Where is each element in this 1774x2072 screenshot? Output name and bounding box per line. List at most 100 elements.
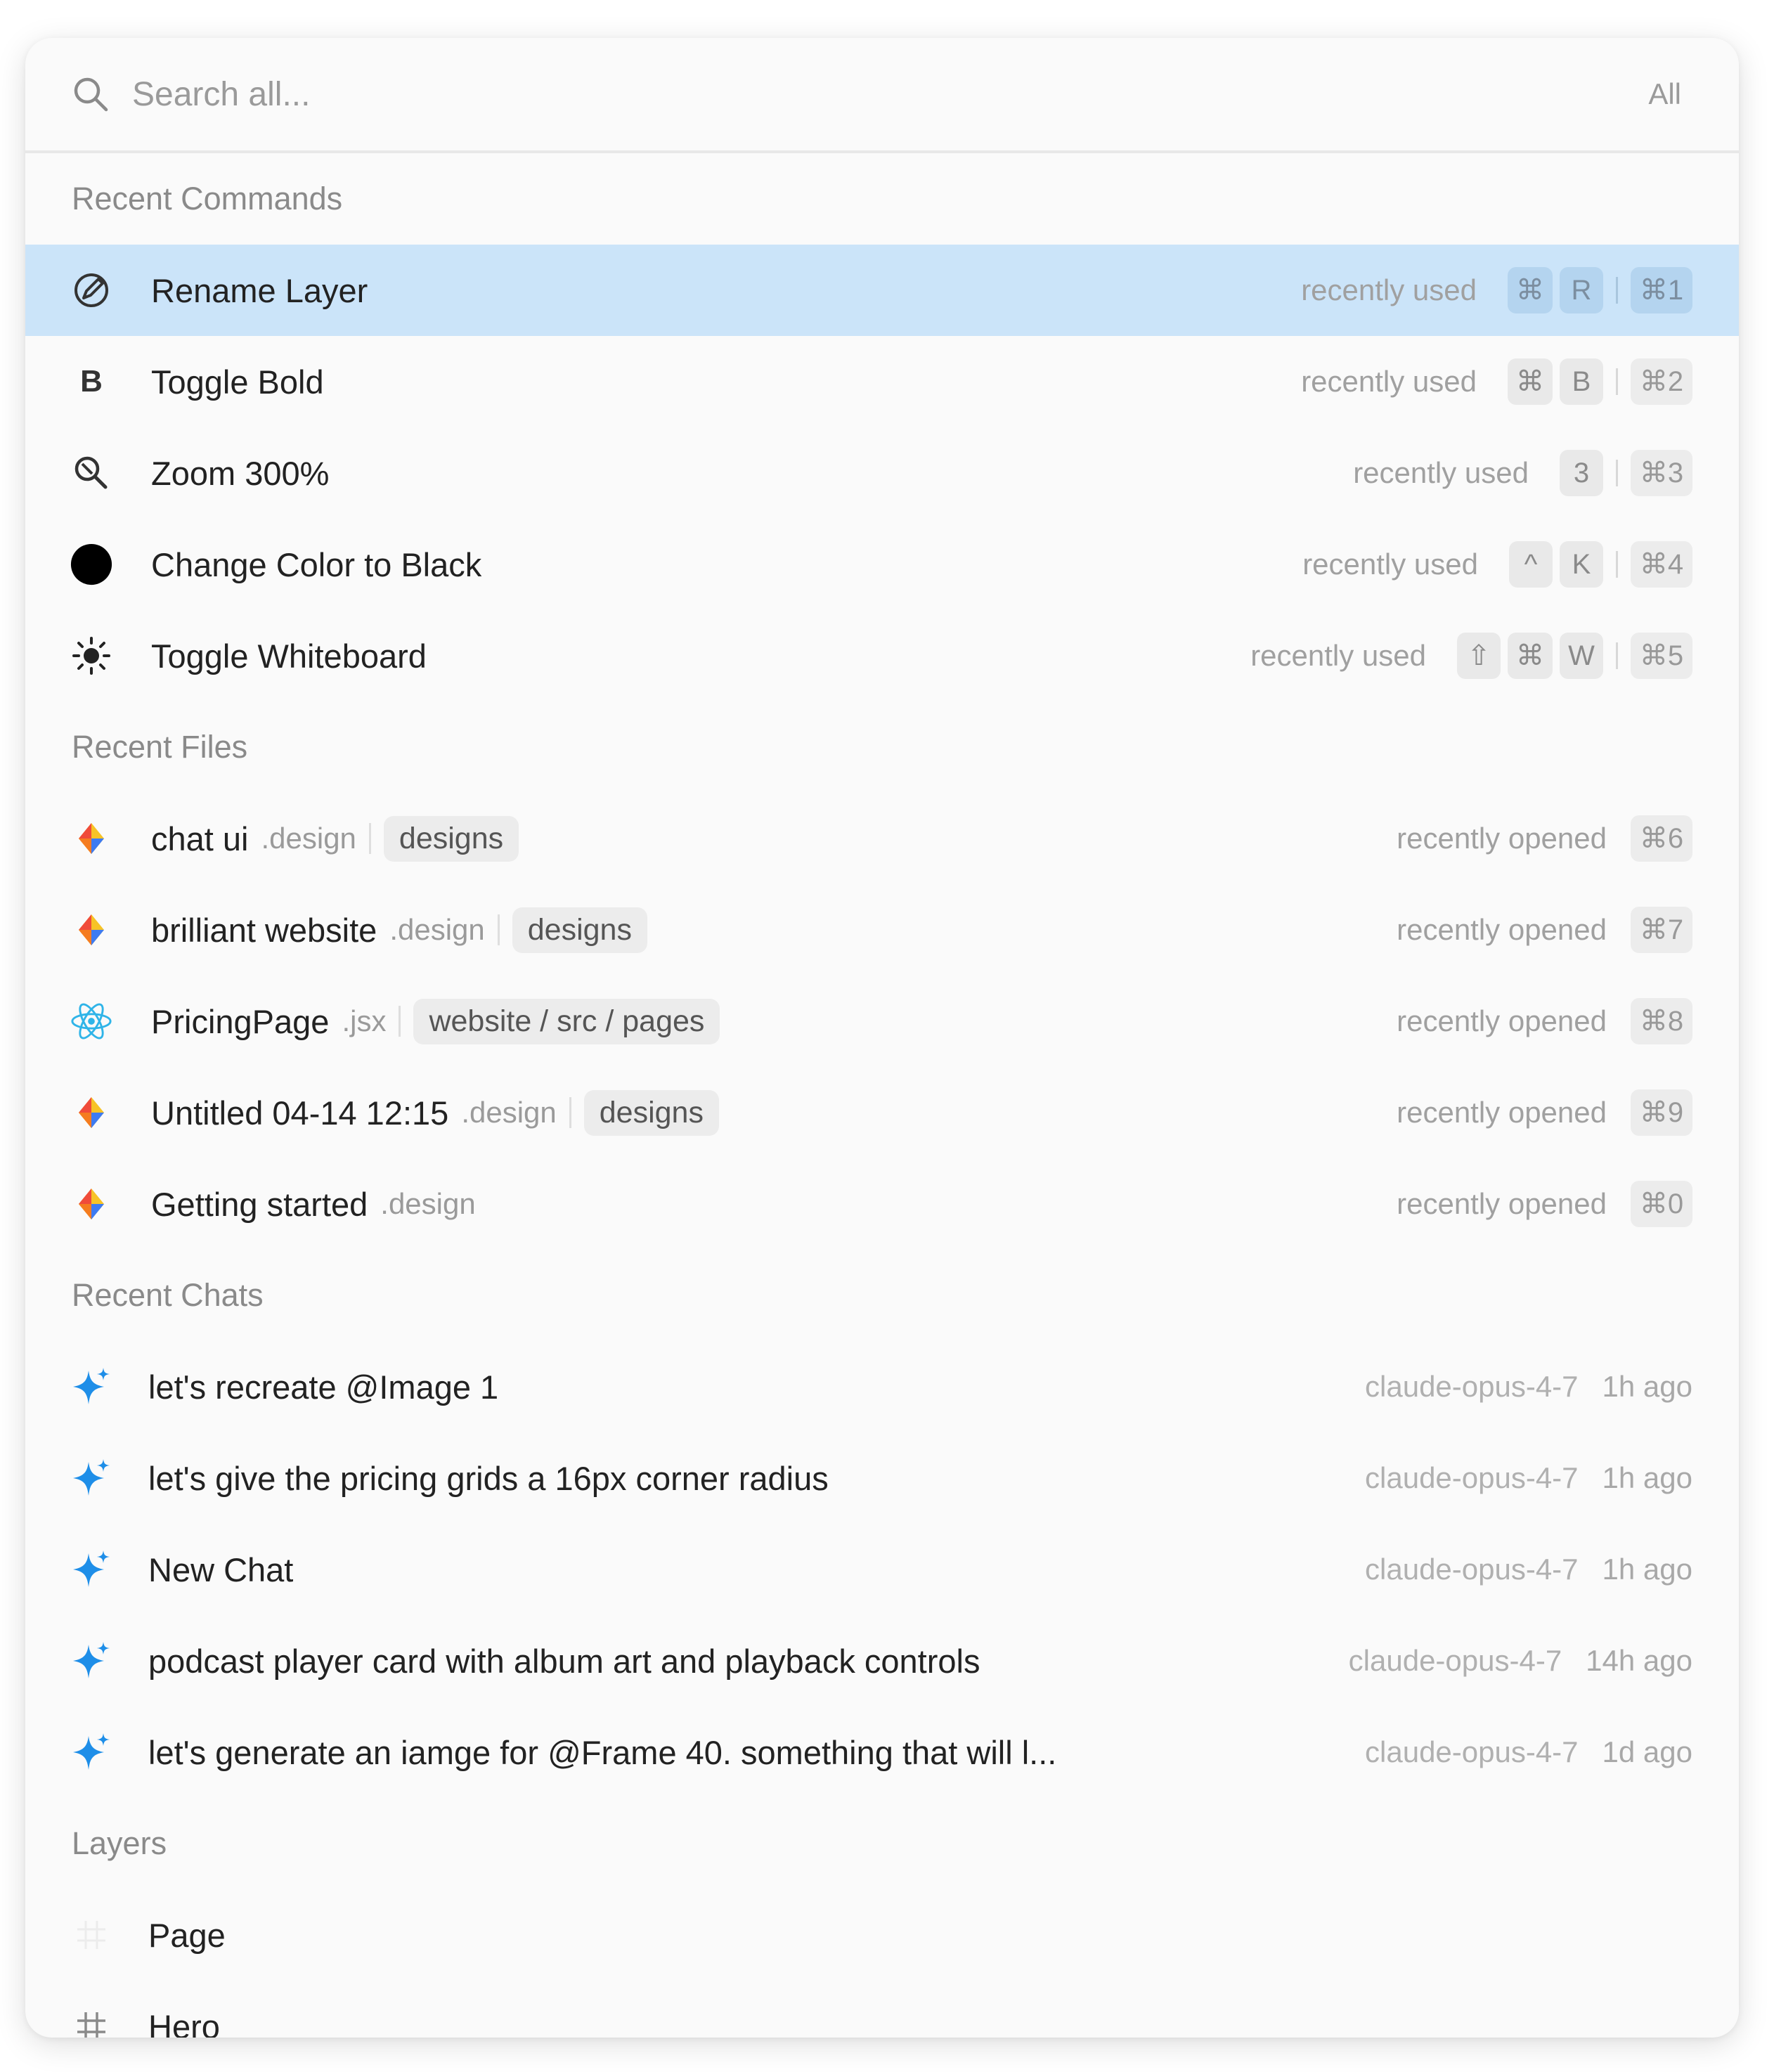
folder-tag: designs bbox=[383, 815, 519, 862]
file-extension: .design bbox=[261, 822, 356, 855]
key-cmd: ⌘ bbox=[1508, 358, 1553, 405]
search-bar: All bbox=[25, 38, 1739, 153]
chat-title: let's recreate @Image 1 bbox=[148, 1368, 499, 1406]
design-file-icon bbox=[70, 1183, 112, 1225]
command-palette: All Recent Commands Rename Layer recentl… bbox=[25, 38, 1739, 2038]
command-row[interactable]: Toggle Whiteboard recently used ⇧ ⌘ W ⌘5 bbox=[25, 610, 1739, 701]
file-name: PricingPage bbox=[151, 1002, 330, 1040]
file-meta: recently opened ⌘9 bbox=[1397, 1089, 1692, 1136]
key-w: W bbox=[1560, 633, 1603, 679]
model-name: claude-opus-4-7 bbox=[1365, 1735, 1579, 1768]
chat-time: 1d ago bbox=[1602, 1735, 1692, 1768]
shortcut-badge: ⌘4 bbox=[1631, 541, 1692, 588]
key-cmd: ⌘ bbox=[1508, 633, 1553, 679]
design-file-icon bbox=[70, 1092, 112, 1134]
file-row[interactable]: PricingPage .jsx website / src / pages r… bbox=[25, 976, 1739, 1067]
react-icon bbox=[70, 1000, 112, 1042]
key-k: K bbox=[1560, 541, 1603, 588]
chat-title: New Chat bbox=[148, 1550, 294, 1588]
command-meta: recently used ^ K ⌘4 bbox=[1302, 541, 1692, 588]
layer-label: Hero bbox=[148, 2007, 220, 2038]
chat-row[interactable]: let's generate an iamge for @Frame 40. s… bbox=[25, 1707, 1739, 1798]
shortcut-badge: ⌘9 bbox=[1631, 1089, 1692, 1136]
file-extension: .jsx bbox=[342, 1004, 387, 1037]
shortcut-badge: ⌘6 bbox=[1631, 815, 1692, 862]
command-row[interactable]: B Toggle Bold recently used ⌘ B ⌘2 bbox=[25, 336, 1739, 427]
shortcut-badge: ⌘3 bbox=[1631, 450, 1692, 496]
key-shift: ⇧ bbox=[1457, 633, 1501, 679]
command-row[interactable]: Rename Layer recently used ⌘ R ⌘1 bbox=[25, 245, 1739, 336]
chat-meta: claude-opus-4-7 1h ago bbox=[1365, 1461, 1692, 1495]
key-ctrl: ^ bbox=[1509, 541, 1553, 588]
file-meta: recently opened ⌘6 bbox=[1397, 815, 1692, 862]
file-name: Getting started bbox=[151, 1185, 368, 1223]
file-name: brilliant website bbox=[151, 911, 377, 949]
command-meta: recently used ⌘ B ⌘2 bbox=[1301, 358, 1692, 405]
key-b: B bbox=[1560, 358, 1603, 405]
command-label: Toggle Whiteboard bbox=[151, 637, 427, 675]
search-input[interactable] bbox=[131, 74, 1649, 115]
chat-title: let's generate an iamge for @Frame 40. s… bbox=[148, 1733, 1057, 1771]
layer-row[interactable]: Page bbox=[25, 1889, 1739, 1981]
layer-label: Page bbox=[148, 1916, 226, 1954]
zoom-icon bbox=[70, 452, 112, 494]
shortcut-badge: ⌘8 bbox=[1631, 998, 1692, 1044]
chat-time: 1h ago bbox=[1602, 1461, 1692, 1494]
file-row[interactable]: brilliant website .design designs recent… bbox=[25, 884, 1739, 976]
shortcut-badge: ⌘7 bbox=[1631, 907, 1692, 953]
file-row[interactable]: Untitled 04-14 12:15 .design designs rec… bbox=[25, 1067, 1739, 1158]
sparkle-icon bbox=[70, 1731, 112, 1773]
file-name: chat ui bbox=[151, 820, 249, 857]
chat-meta: claude-opus-4-7 14h ago bbox=[1349, 1644, 1692, 1678]
sparkle-icon bbox=[70, 1457, 112, 1499]
section-header-chats: Recent Chats bbox=[72, 1277, 264, 1313]
command-meta: recently used 3 ⌘3 bbox=[1353, 450, 1692, 496]
file-meta: recently opened ⌘7 bbox=[1397, 907, 1692, 953]
file-row[interactable]: Getting started .design recently opened … bbox=[25, 1158, 1739, 1250]
frame-hash-icon bbox=[70, 2005, 112, 2038]
sparkle-icon bbox=[70, 1640, 112, 1682]
command-label: Zoom 300% bbox=[151, 454, 330, 492]
chat-title: let's give the pricing grids a 16px corn… bbox=[148, 1459, 829, 1497]
file-name: Untitled 04-14 12:15 bbox=[151, 1094, 449, 1132]
folder-tag: designs bbox=[583, 1089, 719, 1136]
rename-icon bbox=[70, 269, 112, 311]
chat-row[interactable]: New Chat claude-opus-4-7 1h ago bbox=[25, 1524, 1739, 1615]
chat-meta: claude-opus-4-7 1d ago bbox=[1365, 1735, 1692, 1769]
shortcut-badge: ⌘2 bbox=[1631, 358, 1692, 405]
model-name: claude-opus-4-7 bbox=[1365, 1553, 1579, 1586]
shortcut-badge: ⌘0 bbox=[1631, 1181, 1692, 1227]
file-extension: .design bbox=[380, 1187, 476, 1220]
chat-time: 1h ago bbox=[1602, 1553, 1692, 1586]
filter-all-button[interactable]: All bbox=[1648, 77, 1681, 111]
model-name: claude-opus-4-7 bbox=[1365, 1370, 1579, 1403]
layer-row[interactable]: Hero bbox=[25, 1981, 1739, 2038]
command-label: Toggle Bold bbox=[151, 363, 324, 401]
key-3: 3 bbox=[1560, 450, 1603, 496]
model-name: claude-opus-4-7 bbox=[1365, 1461, 1579, 1494]
sparkle-icon bbox=[70, 1548, 112, 1591]
search-icon bbox=[72, 75, 110, 113]
chat-meta: claude-opus-4-7 1h ago bbox=[1365, 1553, 1692, 1586]
section-header-layers: Layers bbox=[72, 1825, 167, 1861]
folder-tag: designs bbox=[512, 907, 647, 953]
command-row[interactable]: Change Color to Black recently used ^ K … bbox=[25, 519, 1739, 610]
chat-row[interactable]: let's recreate @Image 1 claude-opus-4-7 … bbox=[25, 1341, 1739, 1432]
section-header-commands: Recent Commands bbox=[72, 181, 343, 216]
chat-row[interactable]: podcast player card with album art and p… bbox=[25, 1615, 1739, 1707]
shortcut-badge: ⌘1 bbox=[1631, 267, 1692, 313]
chat-row[interactable]: let's give the pricing grids a 16px corn… bbox=[25, 1432, 1739, 1524]
design-file-icon bbox=[70, 817, 112, 860]
command-meta: recently used ⌘ R ⌘1 bbox=[1301, 267, 1692, 313]
file-extension: .design bbox=[461, 1096, 557, 1129]
bold-icon: B bbox=[80, 364, 103, 399]
file-extension: .design bbox=[389, 913, 485, 946]
chat-title: podcast player card with album art and p… bbox=[148, 1642, 980, 1680]
file-row[interactable]: chat ui .design designs recently opened … bbox=[25, 793, 1739, 884]
command-row[interactable]: Zoom 300% recently used 3 ⌘3 bbox=[25, 427, 1739, 519]
page-icon bbox=[70, 1914, 112, 1956]
design-file-icon bbox=[70, 909, 112, 951]
sun-icon bbox=[70, 635, 112, 677]
model-name: claude-opus-4-7 bbox=[1348, 1644, 1562, 1677]
command-label: Change Color to Black bbox=[151, 545, 482, 583]
